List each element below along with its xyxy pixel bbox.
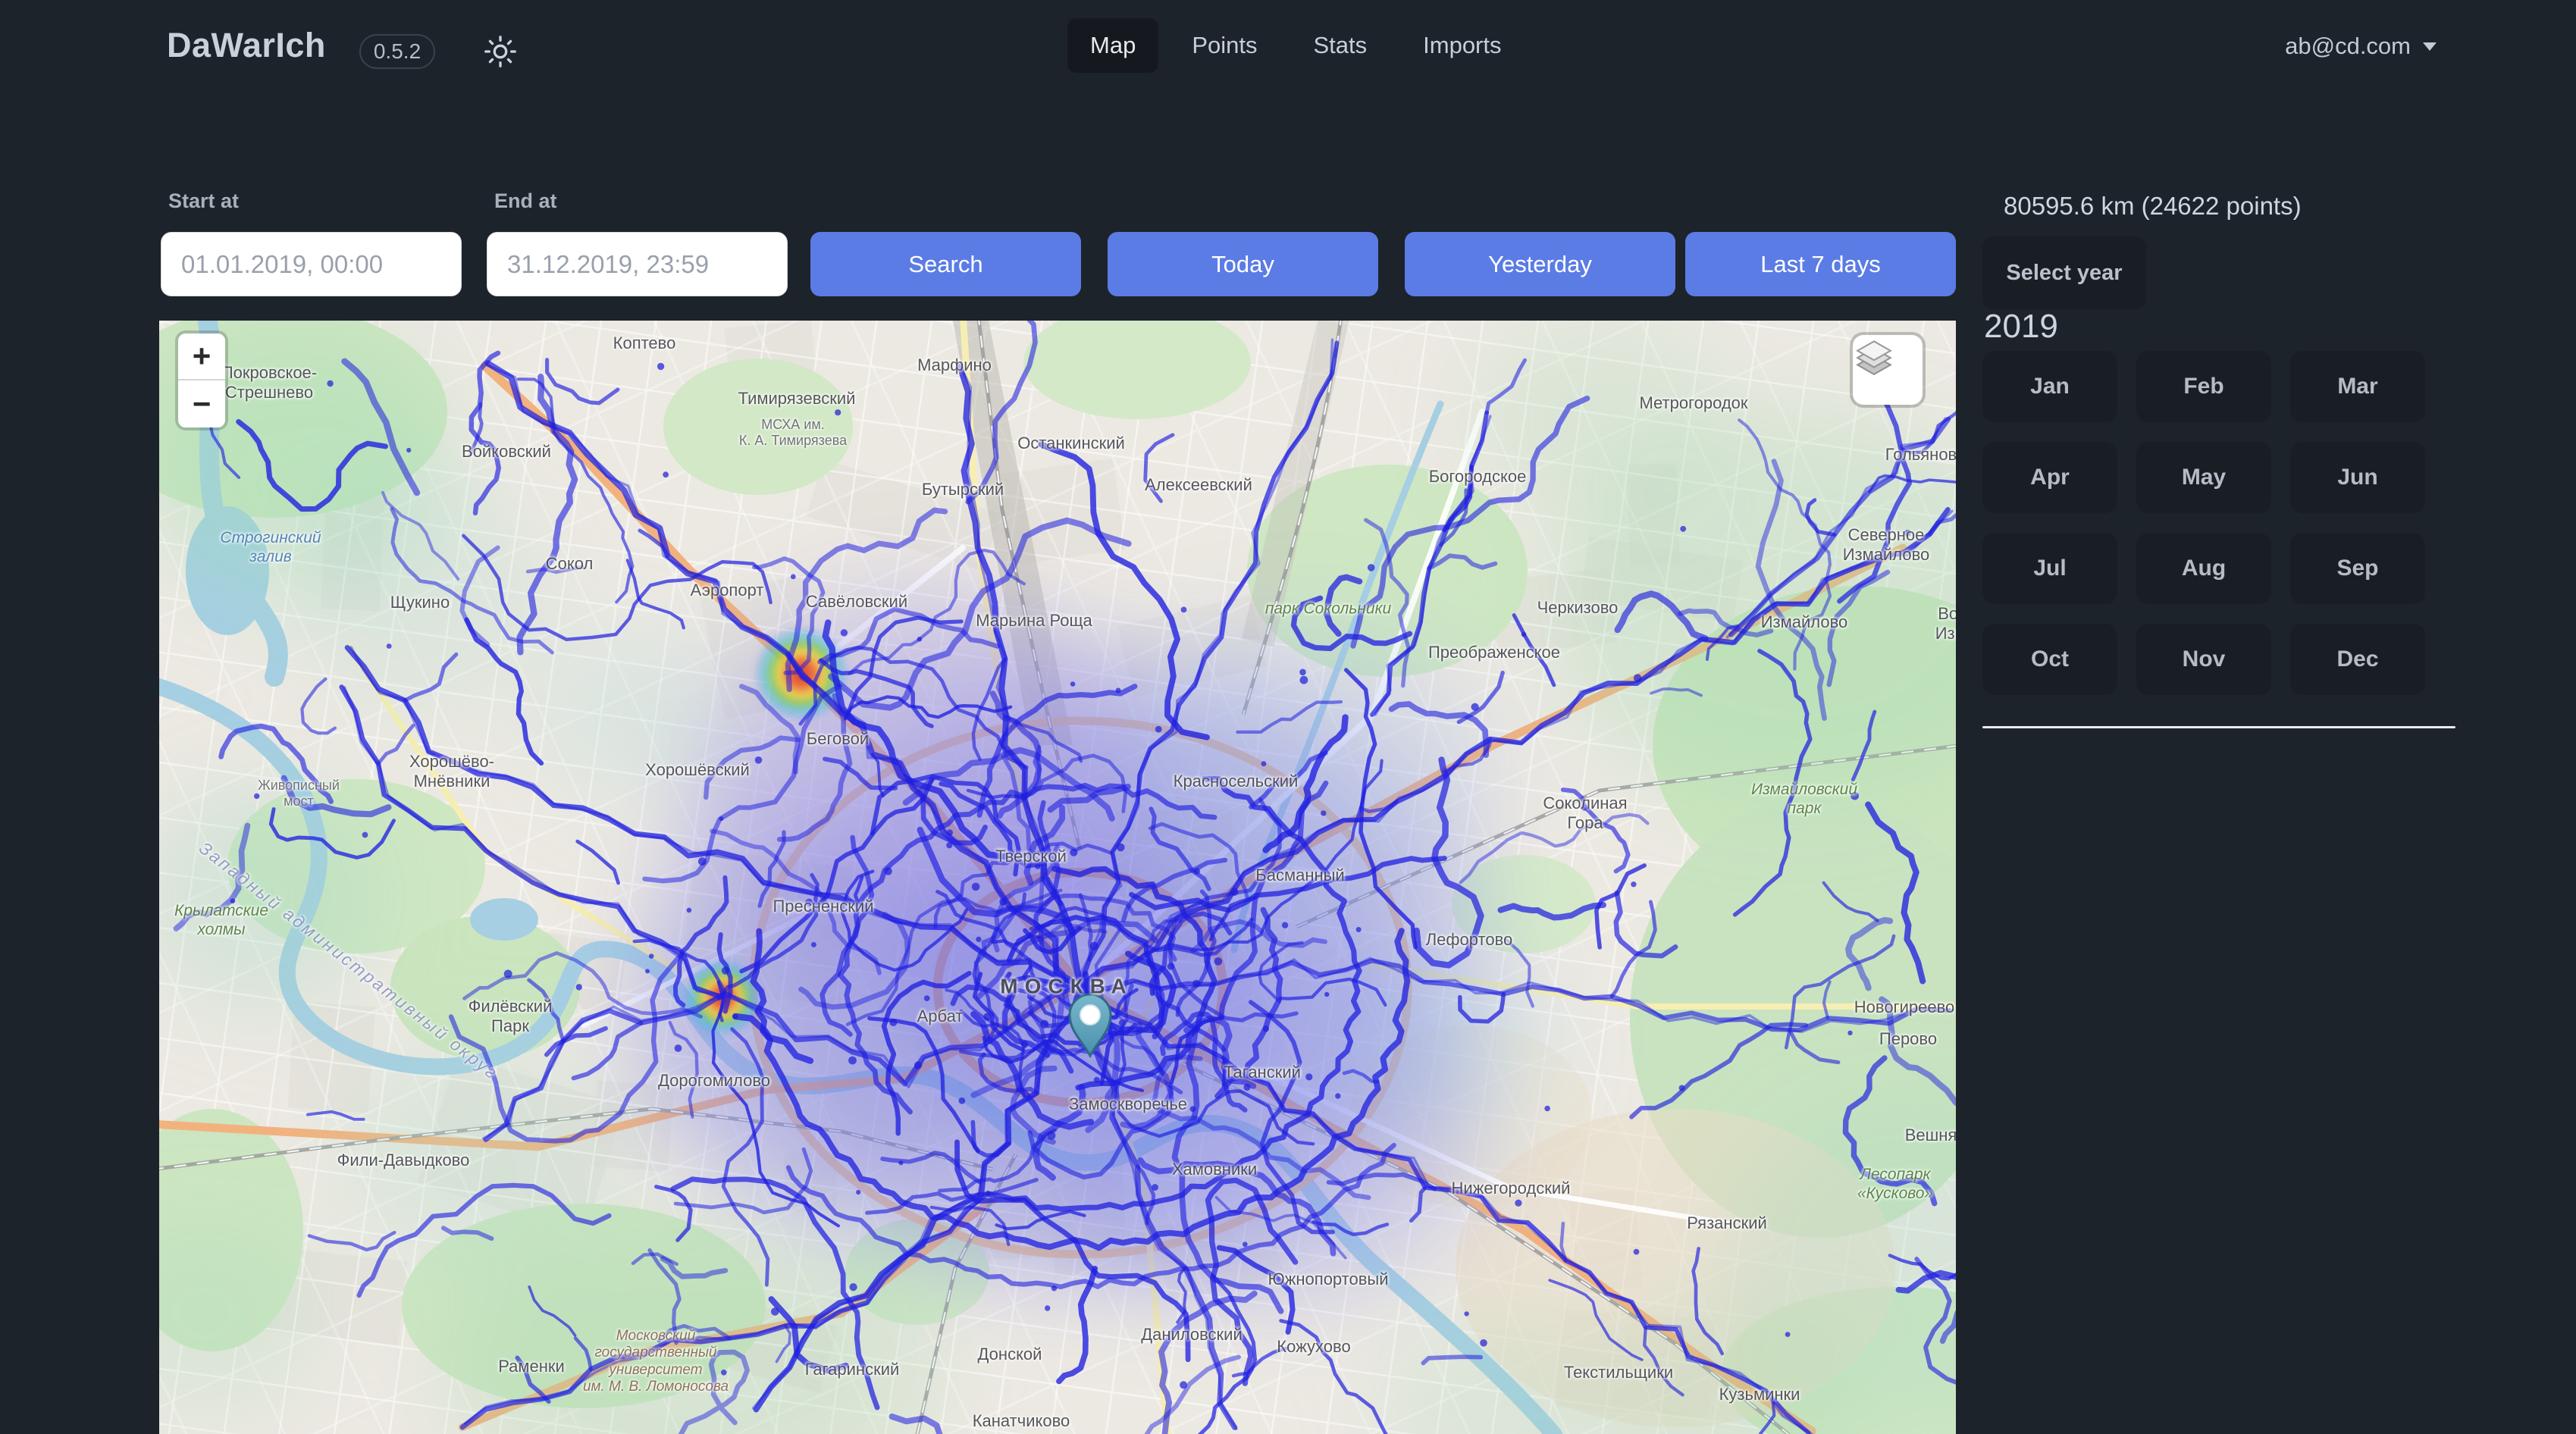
tab-imports[interactable]: Imports <box>1400 18 1524 73</box>
user-menu[interactable]: ab@cd.com <box>2280 32 2441 61</box>
user-email: ab@cd.com <box>2285 33 2411 60</box>
tab-map[interactable]: Map <box>1067 18 1158 73</box>
month-grid: Jan Feb Mar Apr May Jun Jul Aug Sep Oct Nov Dec <box>1982 351 2425 695</box>
layers-control[interactable] <box>1853 335 1923 405</box>
page: { "header": { "app_name": "DaWarIch", "v… <box>0 0 2576 1434</box>
month-button-nov[interactable]: Nov <box>2136 624 2271 695</box>
distance-stats: 80595.6 km (24622 points) <box>2004 192 2302 221</box>
tab-points[interactable]: Points <box>1169 18 1280 73</box>
map-art <box>159 321 1956 1434</box>
end-at-label: End at <box>494 189 557 213</box>
month-button-jun[interactable]: Jun <box>2290 442 2425 513</box>
month-button-oct[interactable]: Oct <box>1982 624 2117 695</box>
start-at-label: Start at <box>168 189 239 213</box>
map-canvas[interactable]: КоптевоТимирязевскийМСХА им. К. А. Тимир… <box>159 321 1956 1434</box>
sidebar-divider <box>1982 726 2455 728</box>
month-button-apr[interactable]: Apr <box>1982 442 2117 513</box>
month-button-mar[interactable]: Mar <box>2290 351 2425 422</box>
year-heading: 2019 <box>1984 308 2058 346</box>
chevron-down-icon <box>2423 42 2437 58</box>
zoom-in-button[interactable]: + <box>178 333 225 380</box>
month-button-jan[interactable]: Jan <box>1982 351 2117 422</box>
month-button-sep[interactable]: Sep <box>2290 533 2425 604</box>
start-date-input[interactable] <box>161 232 462 296</box>
yesterday-button[interactable]: Yesterday <box>1405 232 1675 296</box>
map-zoom-control: + − <box>178 333 225 427</box>
last7-button[interactable]: Last 7 days <box>1685 232 1956 296</box>
end-date-input[interactable] <box>487 232 788 296</box>
sun-icon <box>484 34 517 69</box>
main-nav: MapPointsStatsImports <box>1067 18 1525 73</box>
theme-toggle-button[interactable] <box>479 30 522 73</box>
month-button-feb[interactable]: Feb <box>2136 351 2271 422</box>
app-logo[interactable]: DaWarIch <box>167 26 326 65</box>
month-button-jul[interactable]: Jul <box>1982 533 2117 604</box>
month-button-dec[interactable]: Dec <box>2290 624 2425 695</box>
version-badge: 0.5.2 <box>359 34 435 69</box>
layers-icon <box>1853 335 1895 377</box>
search-button[interactable]: Search <box>810 232 1081 296</box>
today-button[interactable]: Today <box>1108 232 1378 296</box>
tab-stats[interactable]: Stats <box>1290 18 1390 73</box>
select-year-button[interactable]: Select year <box>1982 236 2146 309</box>
month-button-may[interactable]: May <box>2136 442 2271 513</box>
month-button-aug[interactable]: Aug <box>2136 533 2271 604</box>
zoom-out-button[interactable]: − <box>178 380 225 427</box>
